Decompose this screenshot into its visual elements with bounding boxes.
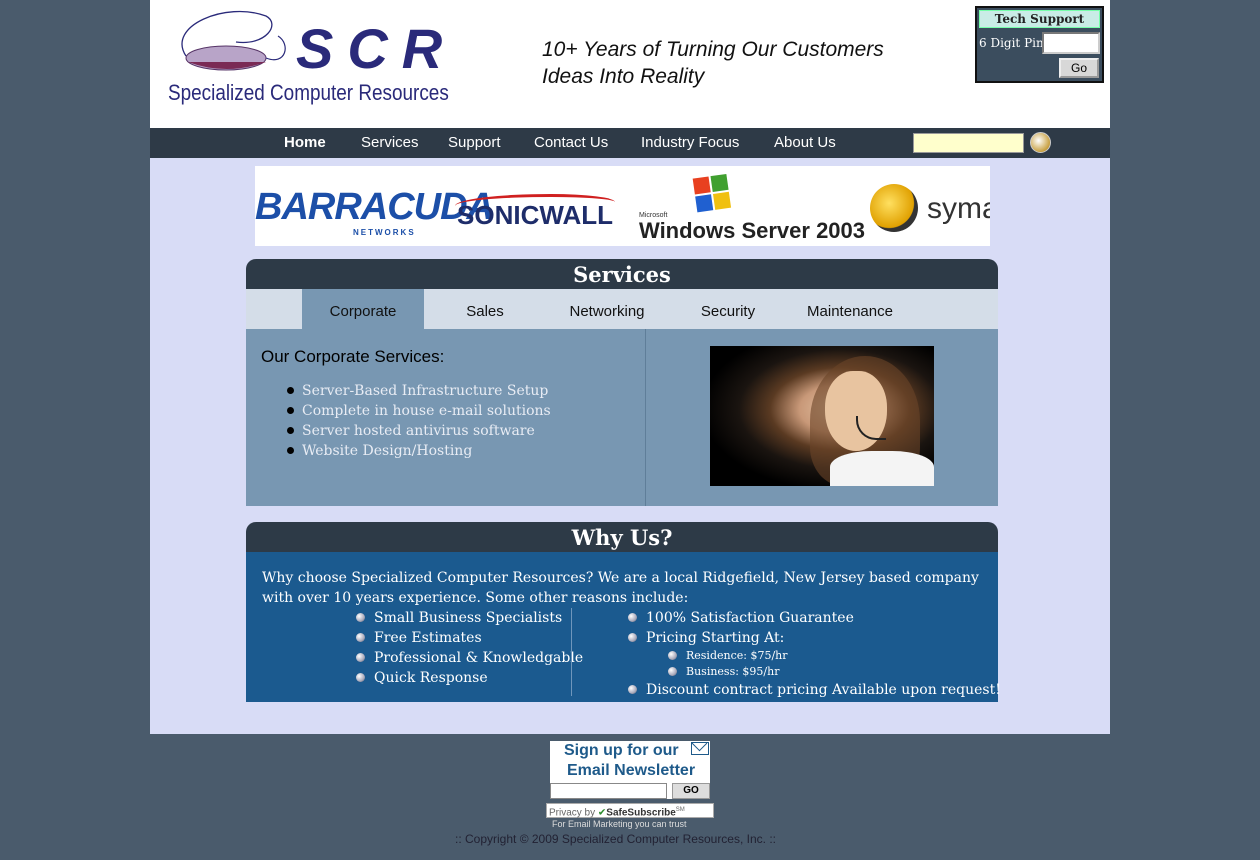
copyright: :: Copyright © 2009 Specialized Computer… [455,832,776,846]
tab-maintenance[interactable]: Maintenance [789,289,911,329]
why-us-heading: Why Us? [246,522,998,552]
list-item[interactable]: Server-Based Infrastructure Setup [286,381,551,401]
why-us-last-list: Discount contract pricing Available upon… [628,680,1001,700]
nav-about-us[interactable]: About Us [774,134,836,151]
safesubscribe-brand: SafeSubscribe [606,807,676,819]
logo-letters: SCR [296,17,457,80]
safesubscribe-prefix: Privacy by [549,807,596,819]
services-content: Our Corporate Services: Server-Based Inf… [246,329,998,506]
list-item[interactable]: Server hosted antivirus software [286,421,551,441]
symantec-ball-icon [870,184,918,232]
symantec-logo: syma [927,192,990,225]
tab-corporate[interactable]: Corporate [302,289,424,329]
nav-contact-us[interactable]: Contact Us [534,134,608,151]
services-list: Server-Based Infrastructure Setup Comple… [286,381,551,461]
tab-networking[interactable]: Networking [546,289,668,329]
why-us-left-list: Small Business Specialists Free Estimate… [356,608,583,688]
pin-input[interactable] [1042,32,1100,54]
nav-home[interactable]: Home [284,134,326,151]
safesubscribe-tagline: For Email Marketing you can trust [552,819,687,829]
tagline-line-1: 10+ Years of Turning Our Customers [542,38,884,61]
services-heading: Services [246,259,998,289]
newsletter-signup: Sign up for our Email Newsletter GO [550,741,710,799]
page-container: SCR Specialized Computer Resources 10+ Y… [150,0,1110,734]
why-us-right-list: 100% Satisfaction Guarantee Pricing Star… [628,608,854,648]
safesubscribe-mark: SM [675,807,685,813]
pricing-residence: Residence: $75/hr [668,648,788,664]
sonicwall-logo: SONICWALL [457,200,613,230]
list-item: Small Business Specialists [356,608,583,628]
support-agent-photo [710,346,934,486]
safesubscribe-badge[interactable]: Privacy by ✔SafeSubscribeSM [546,803,714,818]
divider [645,329,646,506]
newsletter-go-button[interactable]: GO [672,783,710,799]
search-icon[interactable] [1030,132,1051,153]
search-input[interactable] [913,133,1024,153]
tab-sales[interactable]: Sales [424,289,546,329]
list-item[interactable]: Website Design/Hosting [286,441,551,461]
tab-security[interactable]: Security [667,289,789,329]
mouse-icon [181,11,286,71]
newsletter-email-input[interactable] [550,783,667,799]
nav-support[interactable]: Support [448,134,501,151]
windows-flag-icon [692,173,734,215]
barracuda-logo-sub: NETWORKS [353,228,416,237]
tagline: 10+ Years of Turning Our Customers Ideas… [542,36,884,90]
divider [571,608,572,696]
partner-banner: BARRACUDA NETWORKS SONICWALL Microsoft W… [255,166,990,246]
nav-services[interactable]: Services [361,134,419,151]
tech-support-title: Tech Support [979,10,1100,28]
why-us-content: Why choose Specialized Computer Resource… [246,552,1001,702]
list-item: Professional & Knowledgable [356,648,583,668]
logo-subtitle: Specialized Computer Resources [168,80,449,105]
tech-support-box: Tech Support 6 Digit Pin: Go [975,6,1104,83]
windows-server-logo: Windows Server 2003 [639,218,866,243]
list-item: Quick Response [356,668,583,688]
list-item: Free Estimates [356,628,583,648]
newsletter-line-2: Email Newsletter [567,762,696,779]
tech-support-go-button[interactable]: Go [1059,58,1099,78]
list-item[interactable]: Complete in house e-mail solutions [286,401,551,421]
pricing-business: Business: $95/hr [668,664,788,680]
why-us-intro: Why choose Specialized Computer Resource… [262,570,979,606]
services-tabs: Corporate Sales Networking Security Main… [246,289,998,329]
list-item: Discount contract pricing Available upon… [628,680,1001,700]
list-item: Pricing Starting At: [628,628,854,648]
scr-logo[interactable]: SCR Specialized Computer Resources [166,6,456,114]
services-title: Our Corporate Services: [261,347,445,366]
pin-label: 6 Digit Pin: [979,36,1048,50]
envelope-icon [691,742,709,755]
main-nav: Home Services Support Contact Us Industr… [150,128,1110,158]
header: SCR Specialized Computer Resources 10+ Y… [150,0,1110,128]
newsletter-line-1: Sign up for our [564,742,679,759]
nav-industry-focus[interactable]: Industry Focus [641,134,739,151]
tagline-line-2: Ideas Into Reality [542,65,705,88]
list-item: 100% Satisfaction Guarantee [628,608,854,628]
pricing-list: Residence: $75/hr Business: $95/hr [668,648,788,680]
